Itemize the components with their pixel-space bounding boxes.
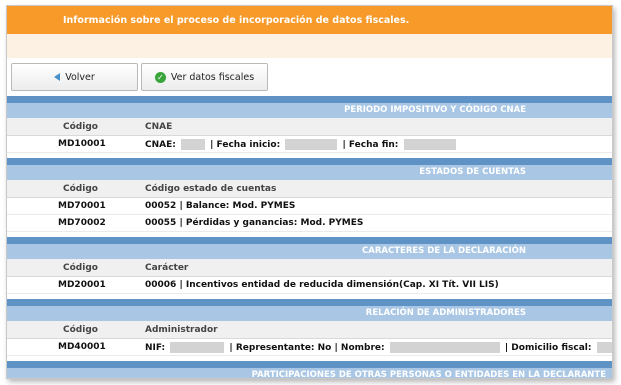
check-icon: ✓: [154, 71, 166, 83]
column-header-estado: Código estado de cuentas: [145, 183, 277, 194]
table-header: Código Carácter: [7, 259, 612, 277]
section-separator: [7, 361, 612, 368]
column-header-code: Código: [63, 121, 98, 132]
redacted-value: [389, 341, 500, 353]
nombre-label: | Representante: No | Nombre:: [229, 342, 385, 353]
section-title-estados: ESTADOS DE CUENTAS: [7, 165, 612, 180]
table-row: MD40001 NIF: | Representante: No | Nombr…: [7, 339, 612, 356]
table-header: Código Administrador: [7, 321, 612, 339]
toolbar: Volver ✓ Ver datos fiscales: [7, 58, 612, 96]
section-title-caracteres: CARACTERES DE LA DECLARACIÓN: [7, 244, 612, 259]
redacted-value: [596, 341, 612, 353]
redacted-value: [403, 138, 456, 150]
column-header-code: Código: [63, 324, 98, 335]
window-frame: Información sobre el proceso de incorpor…: [6, 5, 613, 379]
cnae-label: CNAE:: [145, 139, 176, 150]
back-button-label: Volver: [65, 71, 95, 83]
fiscal-data-content: PERIODO IMPOSITIVO Y CÓDIGO CNAE Código …: [7, 96, 612, 378]
section-title-participaciones: PARTICIPACIONES DE OTRAS PERSONAS O ENTI…: [7, 368, 612, 378]
table-header: Código Código estado de cuentas: [7, 180, 612, 198]
row-code: MD70002: [58, 218, 106, 228]
notice-strip: [7, 34, 612, 58]
row-value: 00006 | Incentivos entidad de reducida d…: [145, 280, 499, 290]
fecha-inicio-label: | Fecha inicio:: [210, 139, 281, 150]
domicilio-label: | Domicilio fiscal:: [504, 342, 592, 353]
section-separator: [7, 96, 612, 103]
column-header-code: Código: [63, 262, 98, 273]
row-code: MD70001: [58, 201, 106, 211]
view-fiscal-data-label: Ver datos fiscales: [170, 71, 255, 83]
section-separator: [7, 158, 612, 165]
view-fiscal-data-button[interactable]: ✓ Ver datos fiscales: [141, 63, 268, 91]
redacted-value: [170, 341, 225, 353]
table-row: MD70002 00055 | Pérdidas y ganancias: Mo…: [7, 215, 612, 232]
section-separator: [7, 237, 612, 244]
row-value: NIF: | Representante: No | Nombre: | Dom…: [145, 341, 612, 353]
row-value: 00052 | Balance: Mod. PYMES: [145, 201, 296, 211]
info-banner-text: Información sobre el proceso de incorpor…: [63, 15, 410, 26]
column-header-caracter: Carácter: [145, 262, 189, 273]
nif-label: NIF:: [145, 342, 166, 353]
table-header: Código CNAE: [7, 118, 612, 136]
table-row: MD10001 CNAE: | Fecha inicio: | Fecha fi…: [7, 136, 612, 153]
row-value: CNAE: | Fecha inicio: | Fecha fin:: [145, 138, 458, 150]
column-header-cnae: CNAE: [145, 121, 173, 132]
row-code: MD10001: [58, 139, 106, 149]
redacted-value: [285, 138, 338, 150]
section-separator: [7, 299, 612, 306]
section-title-administradores: RELACIÓN DE ADMINISTRADORES: [7, 306, 612, 321]
redacted-value: [181, 138, 205, 150]
section-title-periodo: PERIODO IMPOSITIVO Y CÓDIGO CNAE: [7, 103, 612, 118]
column-header-administrador: Administrador: [145, 324, 218, 335]
row-value: 00055 | Pérdidas y ganancias: Mod. PYMES: [145, 218, 364, 228]
row-code: MD20001: [58, 280, 106, 290]
row-code: MD40001: [58, 342, 106, 352]
table-row: MD20001 00006 | Incentivos entidad de re…: [7, 277, 612, 294]
table-row: MD70001 00052 | Balance: Mod. PYMES: [7, 198, 612, 215]
back-button[interactable]: Volver: [11, 63, 138, 91]
fecha-fin-label: | Fecha fin:: [342, 139, 399, 150]
info-banner: Información sobre el proceso de incorpor…: [7, 6, 612, 34]
arrow-left-icon: [54, 73, 61, 81]
column-header-code: Código: [63, 183, 98, 194]
